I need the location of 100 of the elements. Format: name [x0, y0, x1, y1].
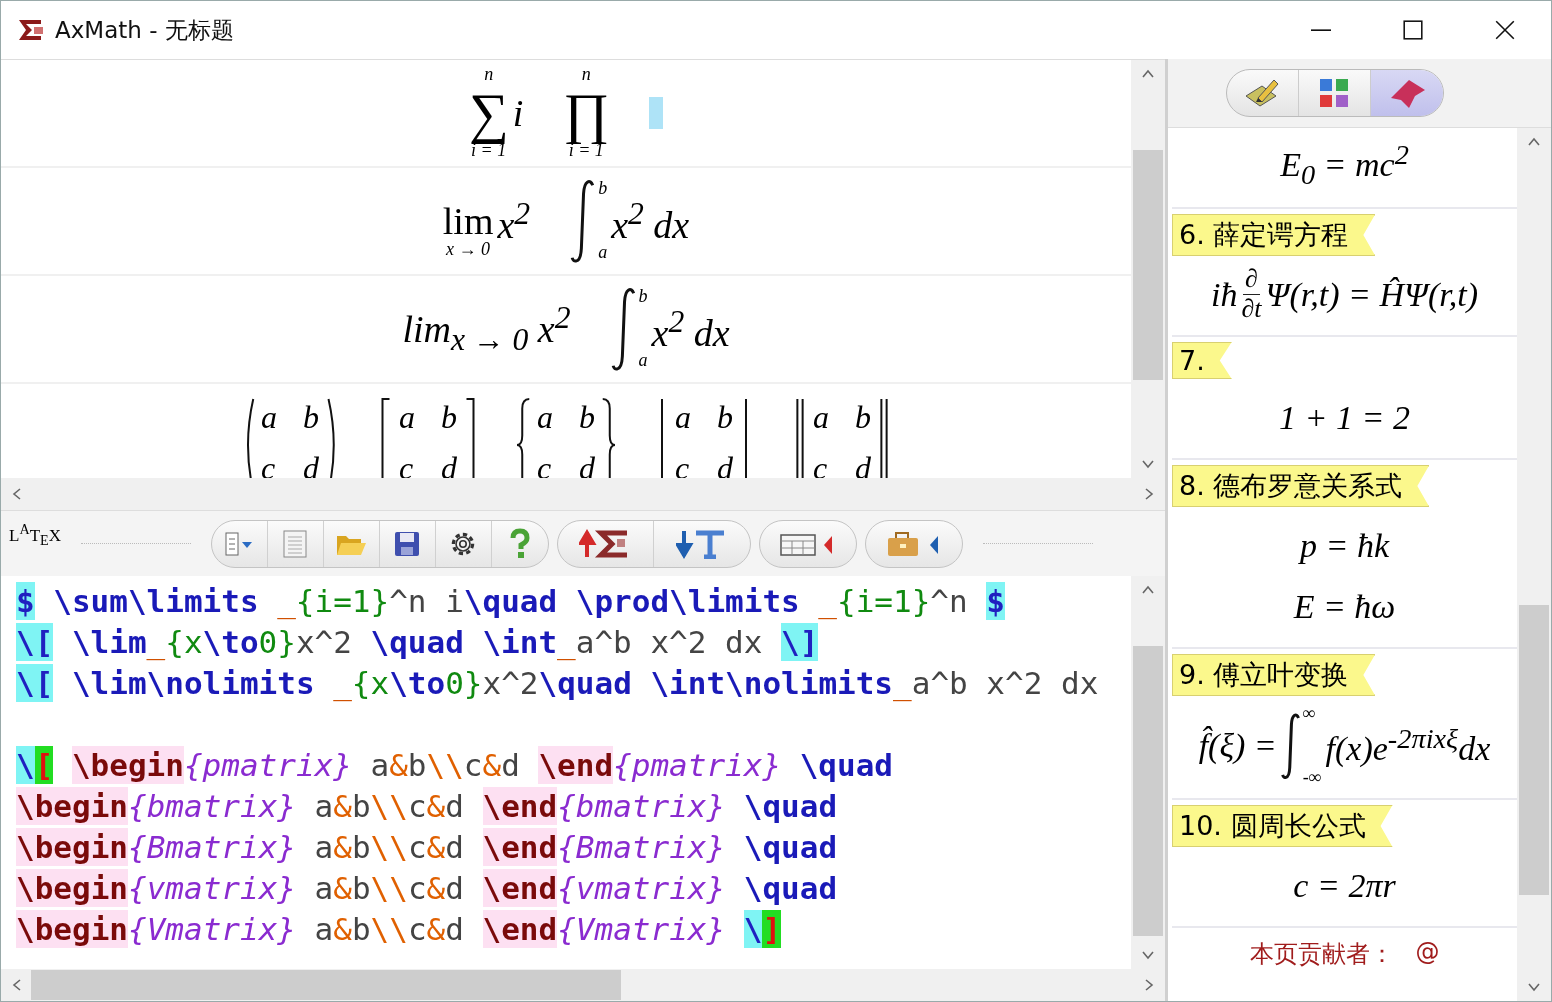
- numerator: ∂: [1243, 265, 1260, 295]
- formula-title: 6. 薛定谔方程: [1172, 214, 1376, 256]
- matrix-entry: a: [399, 398, 415, 437]
- math-expression: Ψ(r,t) = ĤΨ(r,t): [1265, 275, 1478, 314]
- maximize-icon: [1402, 19, 1424, 41]
- environment-command: \begin: [71, 745, 184, 784]
- code-text: c: [407, 909, 427, 948]
- code-text: d: [445, 868, 464, 907]
- separator-text: &: [389, 745, 408, 784]
- separator-text: &: [333, 827, 352, 866]
- command-text: \quad: [743, 786, 838, 825]
- environment-name: {Bmatrix}: [557, 827, 726, 866]
- code-text: a: [314, 786, 334, 825]
- denominator: ∂t: [1241, 295, 1262, 324]
- delimiter-text: $: [986, 581, 1005, 620]
- separator-text: &: [426, 868, 446, 907]
- curly-brace-icon: [517, 397, 531, 478]
- code-text: c: [407, 786, 427, 825]
- limit-text: x → 0: [446, 240, 491, 260]
- environment-name: {Vmatrix}: [128, 909, 296, 948]
- matrix-entry: a: [537, 398, 553, 437]
- environment-command: \begin: [16, 868, 128, 907]
- math-expression: f(x)e$^{-2πixξ}$dx: [1325, 723, 1491, 769]
- code-text: ^n i: [389, 581, 464, 620]
- environment-name: {Vmatrix}: [557, 909, 726, 948]
- command-text: \quad: [370, 622, 464, 661]
- command-text: \to: [202, 622, 259, 661]
- limit-text: n: [484, 65, 494, 85]
- environment-command: \end: [482, 827, 558, 866]
- horizontal-scrollbar[interactable]: [1, 969, 1165, 1001]
- operator-text: _: [146, 622, 166, 661]
- code-text: a: [314, 909, 334, 948]
- limit-text: ∞: [1302, 704, 1317, 724]
- double-bar-icon: [877, 397, 891, 478]
- horizontal-scrollbar[interactable]: [1, 478, 1165, 510]
- code-text: b: [351, 827, 371, 866]
- latex-logo: L$^{A}$T$_{E}$X: [9, 521, 61, 550]
- operator-text: _: [818, 581, 837, 620]
- code-text: x^2: [295, 622, 352, 661]
- environment-name: {Bmatrix}: [128, 827, 296, 866]
- group-text: {x: [165, 622, 203, 661]
- code-text: d: [445, 827, 464, 866]
- code-text: d: [501, 745, 520, 784]
- limit-text: n: [581, 65, 591, 85]
- math-expression: x$^{2}$ dx: [651, 303, 730, 355]
- delimiter-text: $: [16, 581, 35, 620]
- panel-tab[interactable]: [1370, 70, 1443, 116]
- math-expression: x$^{2}$: [497, 195, 531, 247]
- math-expression: iħ: [1211, 275, 1238, 314]
- matrix-entry: a: [813, 398, 829, 437]
- vertical-scrollbar[interactable]: [1131, 576, 1165, 969]
- code-text: ^n: [930, 581, 968, 620]
- four-squares-icon: [1318, 77, 1350, 109]
- group-text: 0}: [258, 622, 296, 661]
- curly-brace-icon: [601, 397, 615, 478]
- command-text: \to: [389, 663, 446, 702]
- vertical-scrollbar[interactable]: [1131, 60, 1165, 478]
- operator-text: _: [333, 663, 352, 702]
- separator-text: &: [333, 786, 352, 825]
- app-logo-icon: [17, 18, 45, 42]
- command-text: \quad: [799, 745, 893, 784]
- math-expression: E$_{0}$ = mc$^{2}$: [1280, 138, 1409, 192]
- code-text: x^2: [482, 663, 539, 702]
- matrix-entry: b: [441, 398, 457, 437]
- group-text: {i=1}: [837, 581, 931, 620]
- contributors-label: 本页贡献者：: [1249, 939, 1394, 970]
- minimize-icon: [1311, 28, 1331, 32]
- matched-bracket: [: [34, 745, 54, 784]
- environment-command: \begin: [16, 786, 128, 825]
- environment-name: {vmatrix}: [557, 868, 726, 907]
- separator-text: &: [482, 745, 502, 784]
- limit-text: b: [638, 287, 648, 307]
- environment-command: \end: [538, 745, 614, 784]
- limit-text: a: [638, 351, 648, 371]
- matrix-entry: b: [855, 398, 871, 437]
- separator-text: &: [426, 786, 446, 825]
- code-text: c: [407, 827, 427, 866]
- separator-text: &: [333, 909, 352, 948]
- delimiter-text: \: [743, 909, 763, 948]
- math-expression: E = ħω: [1293, 587, 1396, 626]
- integral-sign-icon: [610, 287, 637, 371]
- vertical-scrollbar[interactable]: [1517, 128, 1551, 1001]
- code-text: b: [351, 868, 371, 907]
- operator-text: _: [277, 581, 296, 620]
- code-text: b: [407, 745, 427, 784]
- command-text: \quad: [743, 868, 838, 907]
- code-text: d: [445, 786, 464, 825]
- math-expression: f̂(ξ) =: [1198, 727, 1277, 765]
- code-text: b: [351, 786, 371, 825]
- separator-text: \\: [370, 827, 408, 866]
- integral-sign-icon: [570, 179, 597, 263]
- code-text: c: [407, 868, 427, 907]
- operator-text: _: [893, 663, 912, 702]
- code-text: a: [314, 868, 334, 907]
- environment-name: {pmatrix}: [183, 745, 352, 784]
- integral-sign-icon: [1280, 713, 1301, 779]
- environment-name: {bmatrix}: [557, 786, 726, 825]
- contributor-link[interactable]: @: [1415, 938, 1440, 970]
- square-bracket-icon: [379, 397, 393, 478]
- delimiter-text: \]: [781, 622, 819, 661]
